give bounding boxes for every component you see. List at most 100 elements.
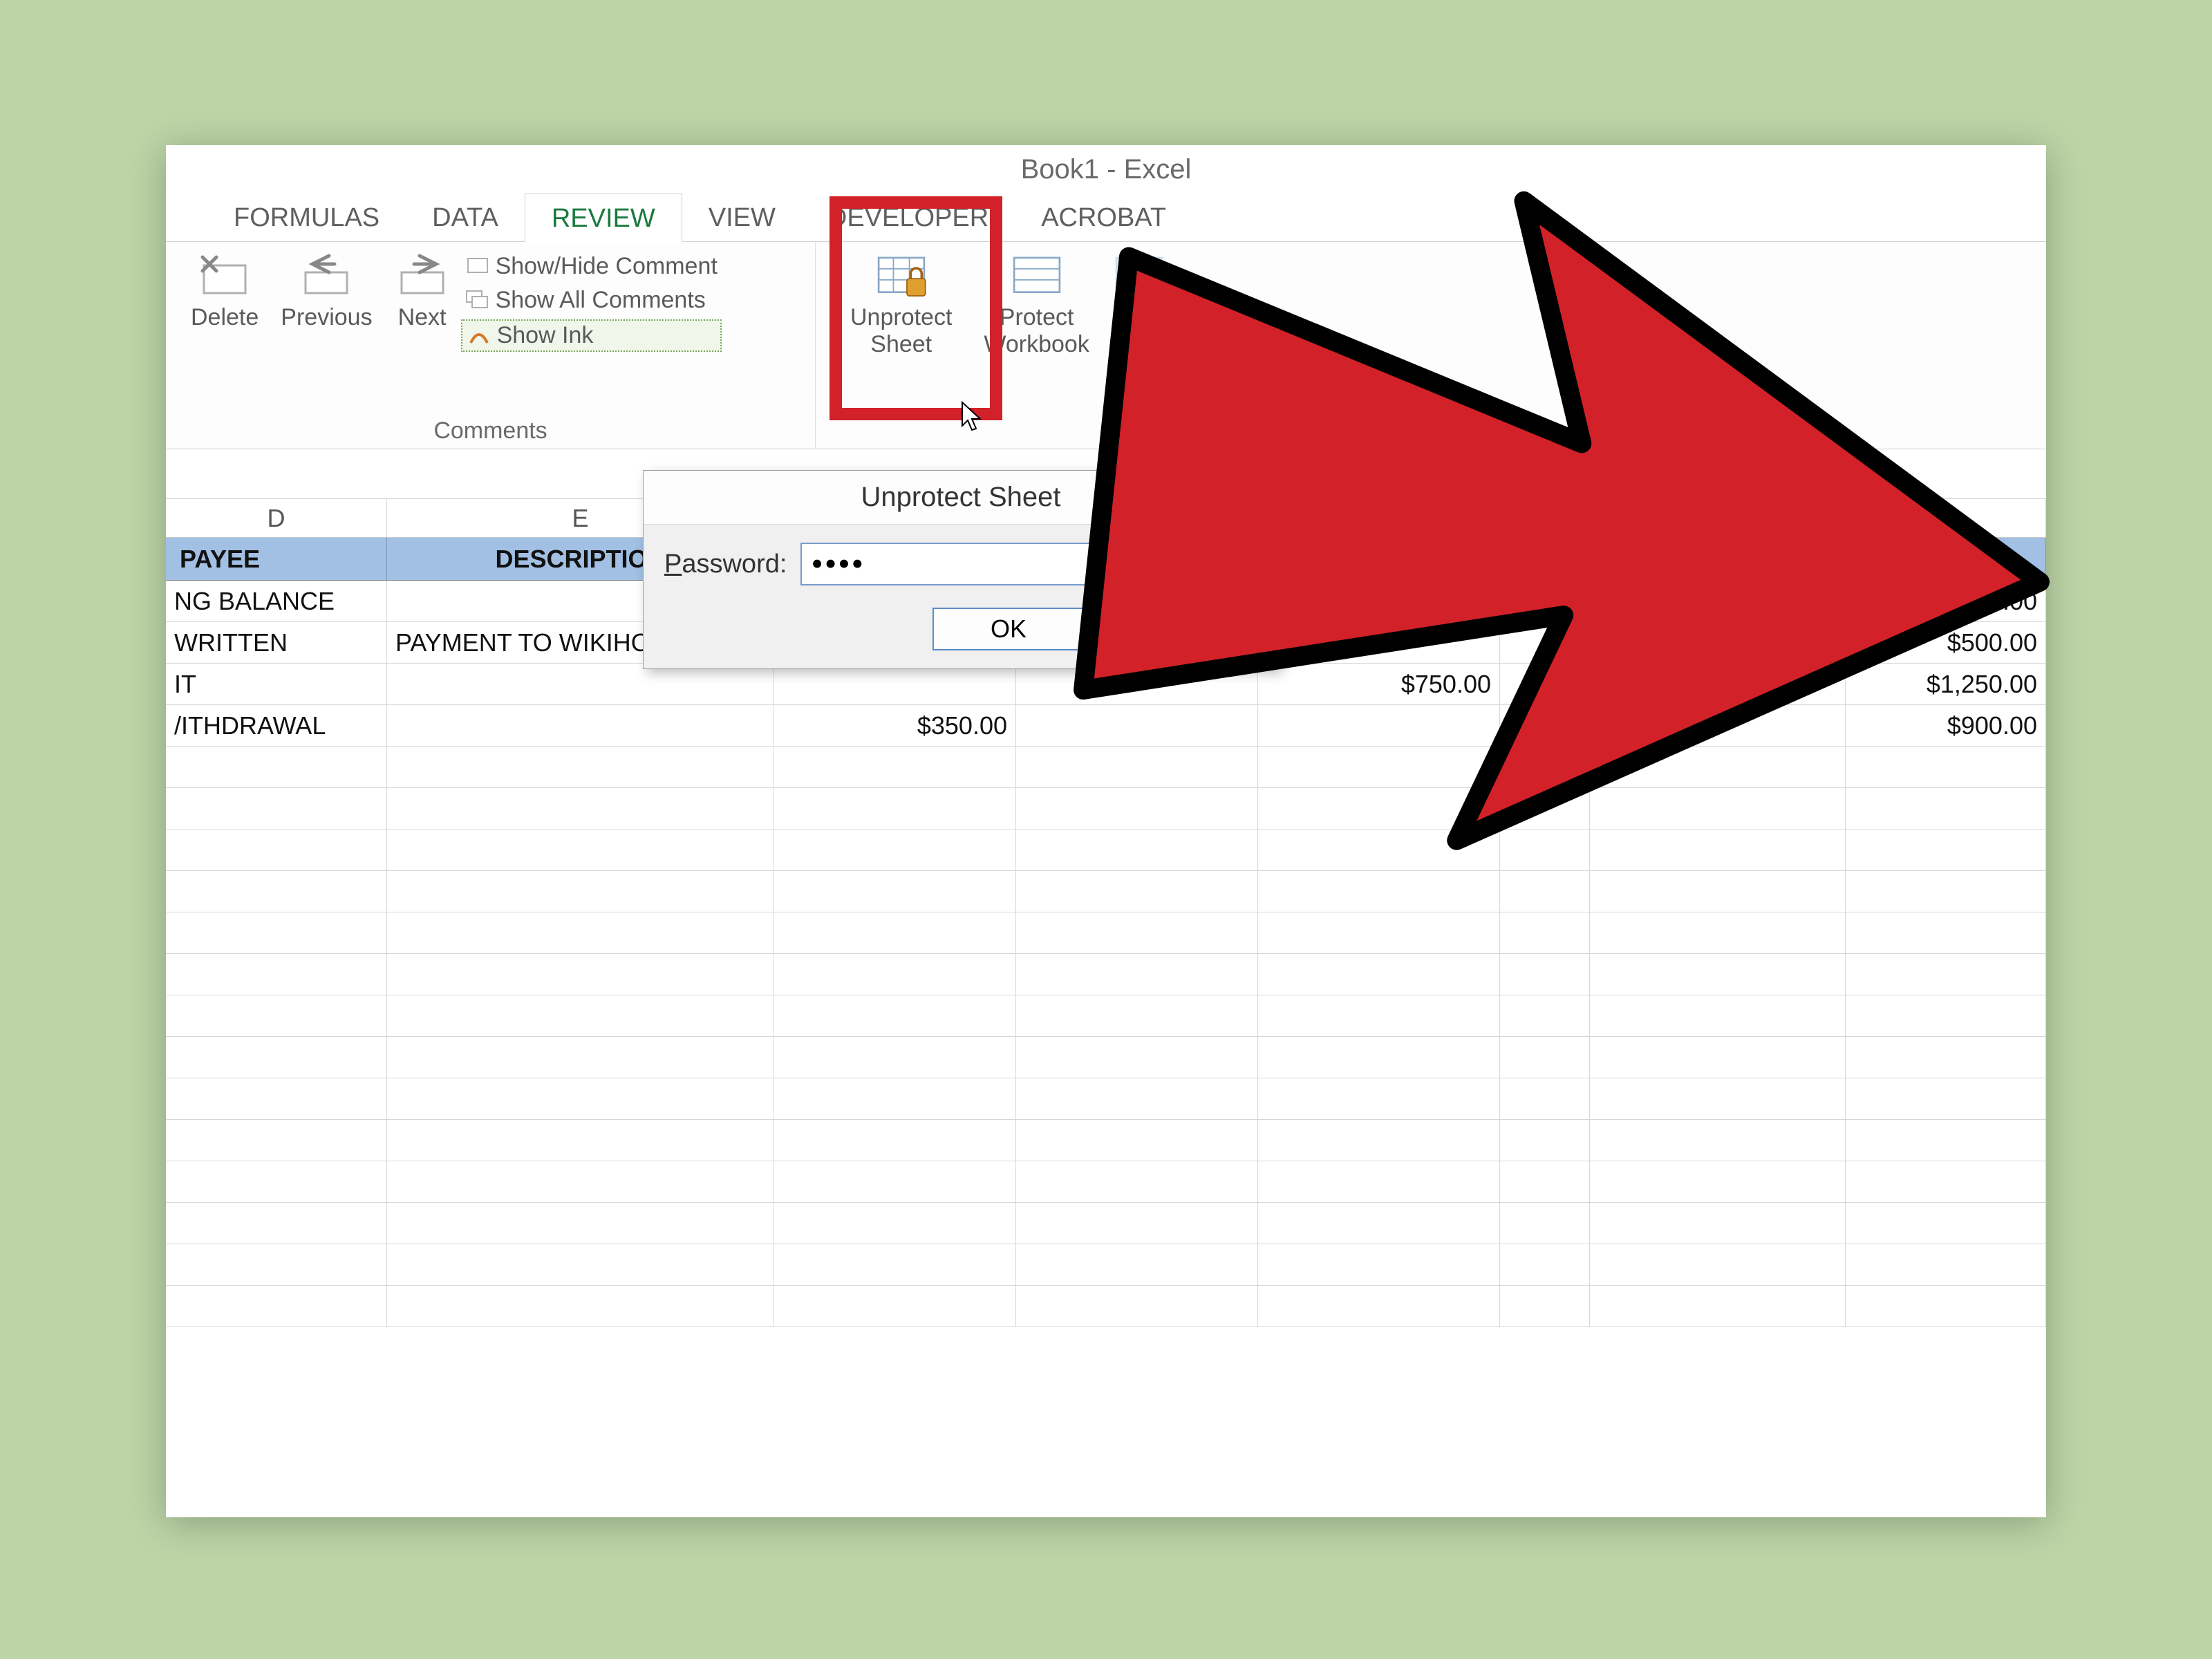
cell[interactable] [1846, 871, 2046, 912]
cell[interactable] [1846, 954, 2046, 995]
dialog-help-button[interactable]: ? [1177, 478, 1216, 516]
col-header-d[interactable]: D [166, 499, 387, 537]
cell[interactable] [387, 747, 774, 787]
cell[interactable] [387, 664, 774, 704]
cell[interactable] [166, 954, 387, 995]
cell[interactable] [387, 1120, 774, 1161]
cell[interactable] [1258, 1078, 1500, 1119]
cell[interactable] [1258, 912, 1500, 953]
share-workbook-button[interactable] [1100, 249, 1178, 361]
cell[interactable] [1016, 1203, 1258, 1244]
cell[interactable] [1590, 1120, 1846, 1161]
cell[interactable] [1846, 830, 2046, 870]
cell[interactable] [1258, 1244, 1500, 1285]
cell[interactable] [1846, 1203, 2046, 1244]
cell[interactable]: $350.00 [774, 705, 1016, 746]
cell[interactable] [774, 912, 1016, 953]
cell[interactable] [166, 1244, 387, 1285]
cell[interactable] [1258, 1120, 1500, 1161]
cell[interactable] [1846, 1244, 2046, 1285]
cell[interactable] [1500, 1037, 1590, 1078]
cell[interactable] [166, 747, 387, 787]
dialog-titlebar[interactable]: Unprotect Sheet ? × [644, 471, 1278, 525]
cell[interactable] [1258, 995, 1500, 1036]
cell[interactable] [1590, 1078, 1846, 1119]
cell[interactable] [774, 1120, 1016, 1161]
show-hide-comment-button[interactable]: Show/Hide Comment [461, 252, 722, 281]
cell[interactable] [1258, 830, 1500, 870]
cell[interactable] [774, 664, 1016, 704]
cell[interactable] [1846, 1120, 2046, 1161]
cell[interactable] [1500, 995, 1590, 1036]
cell[interactable]: $1,000.00 [1846, 581, 2046, 621]
cell[interactable] [1500, 1161, 1590, 1202]
cell[interactable]: $500.00 [1846, 622, 2046, 663]
cell[interactable] [1016, 788, 1258, 829]
cell[interactable] [387, 1286, 774, 1327]
tab-formulas[interactable]: FORMULAS [207, 194, 406, 241]
cell[interactable] [1258, 1161, 1500, 1202]
cell[interactable] [1016, 912, 1258, 953]
cell[interactable] [387, 705, 774, 746]
cell[interactable] [387, 1203, 774, 1244]
cell[interactable] [166, 912, 387, 953]
tab-data[interactable]: DATA [406, 194, 525, 241]
cell[interactable] [387, 954, 774, 995]
cell[interactable] [1846, 995, 2046, 1036]
cell[interactable]: $900.00 [1846, 705, 2046, 746]
cell[interactable] [166, 1120, 387, 1161]
cell[interactable] [1016, 1037, 1258, 1078]
cell[interactable] [1016, 871, 1258, 912]
cell[interactable] [774, 788, 1016, 829]
cell[interactable] [1500, 581, 1590, 621]
cell[interactable] [1500, 747, 1590, 787]
cell[interactable] [1590, 995, 1846, 1036]
cell[interactable] [774, 995, 1016, 1036]
ok-button[interactable]: OK [932, 608, 1085, 650]
tab-view[interactable]: VIEW [682, 194, 802, 241]
next-comment-button[interactable]: Next [384, 249, 461, 352]
cell[interactable] [1846, 788, 2046, 829]
cell[interactable] [1016, 1078, 1258, 1119]
cell[interactable] [1500, 788, 1590, 829]
cell[interactable] [1590, 871, 1846, 912]
cell[interactable] [387, 1037, 774, 1078]
cell[interactable] [774, 1244, 1016, 1285]
cell[interactable] [387, 995, 774, 1036]
cell[interactable] [1500, 1244, 1590, 1285]
cell[interactable] [387, 1161, 774, 1202]
cell[interactable] [1590, 1203, 1846, 1244]
cell[interactable] [1500, 954, 1590, 995]
cell[interactable] [1016, 664, 1258, 704]
cell[interactable] [1500, 664, 1590, 704]
cell[interactable] [1258, 1286, 1500, 1327]
cell[interactable] [387, 1244, 774, 1285]
cell[interactable] [387, 912, 774, 953]
cell[interactable] [1016, 830, 1258, 870]
cell[interactable] [166, 1078, 387, 1119]
cell[interactable] [774, 830, 1016, 870]
cell[interactable] [1590, 830, 1846, 870]
cell[interactable] [1590, 1161, 1846, 1202]
cell[interactable] [1500, 1203, 1590, 1244]
previous-comment-button[interactable]: Previous [270, 249, 383, 352]
cell[interactable] [1500, 871, 1590, 912]
cell[interactable] [1500, 1286, 1590, 1327]
tab-review[interactable]: REVIEW [525, 194, 682, 242]
cell[interactable] [1846, 1161, 2046, 1202]
dialog-close-button[interactable]: × [1220, 478, 1270, 516]
cell[interactable] [1590, 747, 1846, 787]
cell[interactable] [1846, 1286, 2046, 1327]
delete-comment-button[interactable]: Delete [180, 249, 270, 352]
cell[interactable] [1258, 954, 1500, 995]
col-header-j[interactable] [1590, 499, 1846, 537]
cell[interactable] [1258, 705, 1500, 746]
cell[interactable] [1590, 1244, 1846, 1285]
cell[interactable] [774, 1286, 1016, 1327]
cell[interactable] [1016, 747, 1258, 787]
protect-workbook-button[interactable]: Protect Workbook [973, 249, 1100, 361]
cell[interactable] [166, 1286, 387, 1327]
cell[interactable] [1258, 788, 1500, 829]
cell[interactable]: WRITTEN [166, 622, 387, 663]
cell[interactable] [1258, 1203, 1500, 1244]
